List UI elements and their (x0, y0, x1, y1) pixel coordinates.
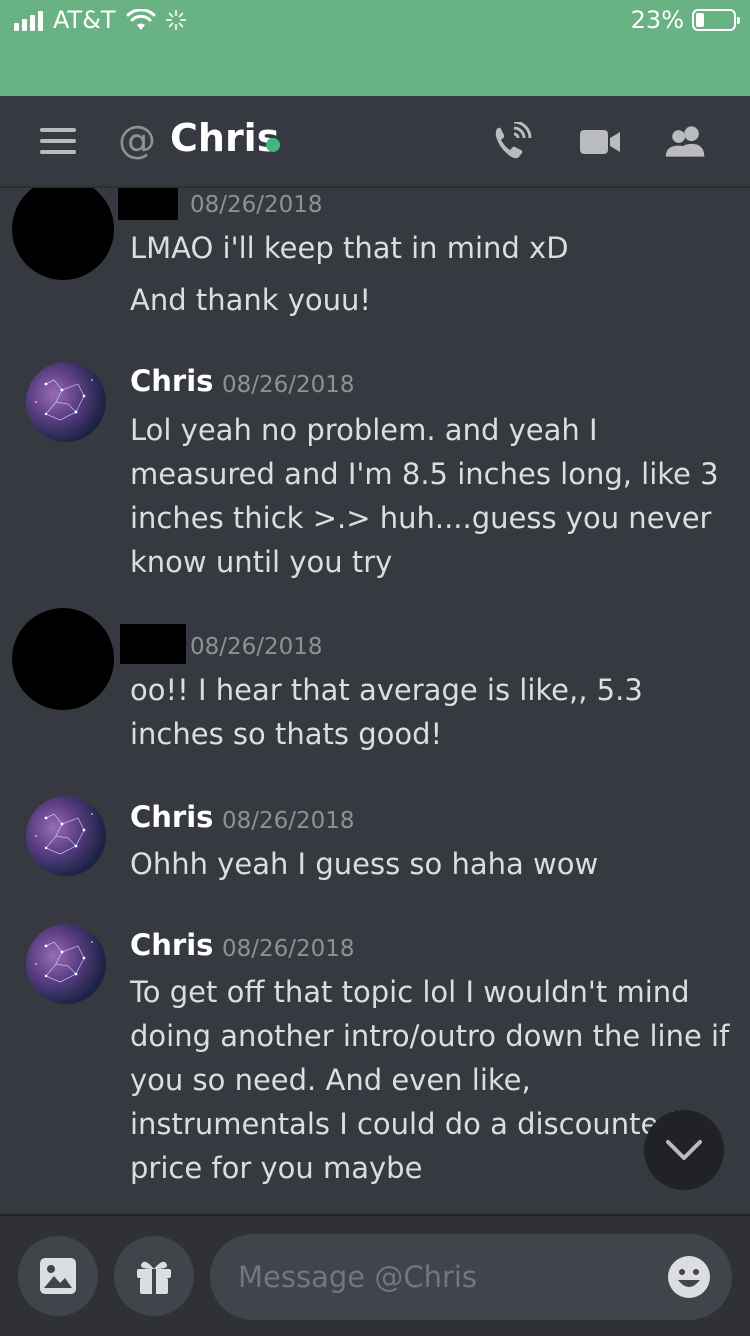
redacted-username (120, 624, 186, 664)
constellation-avatar-icon (35, 941, 93, 983)
message-text: Lol yeah no problem. and yeah I measured… (130, 413, 719, 579)
upload-image-button[interactable] (18, 1236, 98, 1316)
status-bar: AT&T 23% (0, 0, 750, 96)
signal-icon (14, 9, 43, 31)
image-icon (40, 1258, 76, 1294)
gift-button[interactable] (114, 1236, 194, 1316)
avatar[interactable] (26, 362, 106, 442)
message-timestamp: 08/26/2018 (190, 634, 323, 660)
message-timestamp: 08/26/2018 (222, 808, 355, 834)
avatar[interactable] (12, 188, 114, 280)
message-text: Ohhh yeah I guess so haha wow (130, 847, 599, 881)
jump-to-bottom-button[interactable] (644, 1110, 724, 1190)
battery-icon (692, 9, 740, 31)
status-left: AT&T (14, 6, 186, 34)
message-timestamp: 08/26/2018 (222, 372, 355, 398)
message-list[interactable]: 08/26/2018 LMAO i'll keep that in mind x… (0, 188, 750, 1214)
chat-title: Chris (170, 116, 280, 160)
message-author[interactable]: Chris (130, 364, 213, 398)
emoji-icon[interactable] (666, 1254, 712, 1300)
constellation-avatar-icon (35, 813, 93, 855)
carrier-label: AT&T (53, 6, 116, 34)
online-status-dot (266, 138, 280, 152)
wifi-icon (126, 9, 156, 30)
message-composer (0, 1214, 750, 1336)
chat-header: @ Chris (0, 96, 750, 188)
message-author[interactable]: Chris (130, 800, 213, 834)
video-call-icon[interactable] (578, 122, 622, 162)
chevron-down-icon (666, 1140, 702, 1160)
avatar[interactable] (12, 608, 114, 710)
message-text: To get off that topic lol I wouldn't min… (130, 975, 730, 1185)
message-author[interactable]: Chris (130, 928, 213, 962)
avatar[interactable] (26, 796, 106, 876)
redacted-username (118, 188, 178, 220)
members-icon[interactable] (664, 122, 708, 162)
message-timestamp: 08/26/2018 (190, 192, 323, 218)
gift-icon (137, 1261, 171, 1294)
battery-percent: 23% (630, 6, 684, 34)
voice-call-icon[interactable] (490, 122, 534, 162)
menu-icon[interactable] (40, 128, 76, 154)
message-text: And thank youu! (130, 283, 372, 317)
at-icon: @ (118, 118, 156, 162)
status-right: 23% (630, 6, 740, 34)
avatar[interactable] (26, 924, 106, 1004)
battery-fill (696, 13, 704, 27)
constellation-avatar-icon (35, 379, 93, 421)
message-timestamp: 08/26/2018 (222, 936, 355, 962)
message-text: oo!! I hear that average is like,, 5.3 i… (130, 673, 643, 751)
message-input[interactable] (210, 1234, 732, 1320)
message-text: LMAO i'll keep that in mind xD (130, 231, 569, 265)
activity-spinner-icon (165, 10, 186, 30)
